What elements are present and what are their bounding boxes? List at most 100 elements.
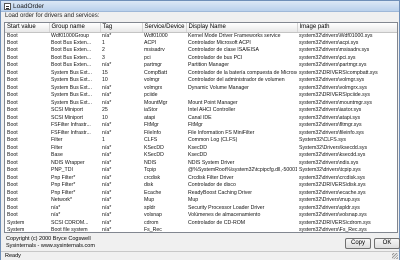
- table-cell: system32\drivers\ndis.sys: [299, 159, 359, 166]
- table-row[interactable]: Boot Boot Bus Exten... 3 pci Controlador de …: [5, 54, 397, 63]
- title-bar[interactable]: LoadOrder: [1, 1, 399, 12]
- table-row[interactable]: Boot n/a* n/a* volsnap Volúmenes de almacena…: [5, 212, 397, 220]
- driver-list[interactable]: Start value Group name Tag Service/Device Di…: [4, 22, 398, 233]
- column-header[interactable]: Tag: [100, 23, 143, 33]
- table-cell: Controlador de la batería compuesta de M…: [188, 69, 297, 76]
- table-row[interactable]: Boot Pnp Filter* n/a* Ecache ReadyBoost Cach…: [5, 189, 397, 198]
- table-cell: @%SystemRoot%\system32\tcpipcfg.dll,-500…: [188, 167, 297, 174]
- table-row[interactable]: Boot System Bus Ext... 10 volmgr Controlador…: [5, 77, 397, 85]
- column-header[interactable]: Group name: [49, 23, 101, 33]
- table-row[interactable]: Boot FSFilter Infrastr... n/a* FltMgr FltMgr…: [5, 122, 397, 130]
- table-cell: system32\drivers\atapi.sys: [299, 114, 361, 121]
- table-row[interactable]: Boot System Bus Ext... 15 CompBatt Controlad…: [5, 69, 397, 78]
- table-cell: system32\DRIVERS\cdrom.sys: [299, 219, 371, 226]
- table-cell: n/a*: [102, 204, 112, 211]
- table-cell: Boot: [7, 174, 18, 181]
- status-text: Ready: [5, 253, 21, 259]
- table-cell: pciide: [144, 92, 158, 99]
- table-row[interactable]: Boot System Bus Ext... n/a* volmgrx Dynamic …: [5, 84, 397, 93]
- table-cell: volmgrx: [144, 84, 163, 91]
- header-row: Start value Group name Tag Service/Device Di…: [5, 23, 397, 33]
- table-cell: Pnp Filter*: [51, 189, 76, 196]
- table-cell: Filter: [51, 144, 63, 151]
- column-header[interactable]: Service/Device: [142, 23, 187, 33]
- table-row[interactable]: System Boot file system n/a* Fs_Rec system32…: [5, 227, 397, 233]
- table-row[interactable]: Boot Filter n/a* KSecDD KsecDD System32\Drive…: [5, 144, 397, 153]
- table-cell: Boot: [7, 62, 18, 69]
- table-row[interactable]: Boot Network* n/a* Mup Mup system32\Drivers\m…: [5, 197, 397, 205]
- table-cell: volmgr: [144, 77, 160, 84]
- table-cell: n/a*: [102, 92, 112, 99]
- table-row[interactable]: Boot Filter 1 CLFS Common Log (CLFS) System32…: [5, 137, 397, 145]
- table-row[interactable]: Boot PNP_TDI n/a* Tcpip @%SystemRoot%\system…: [5, 167, 397, 175]
- table-cell: [186, 227, 297, 232]
- table-cell: system32\drivers\fltmgr.sys: [299, 122, 362, 129]
- table-cell: Controlador Microsoft ACPI: [188, 39, 251, 46]
- table-cell: Controlador de disco: [188, 182, 236, 189]
- table-cell: System32\CLFS.sys: [299, 137, 346, 144]
- table-cell: 3: [102, 54, 105, 61]
- table-row[interactable]: Boot FSFilter Infrastr... n/a* FileInfo File…: [5, 129, 397, 138]
- table-row[interactable]: System SCSI CDROM... n/a* cdrom Controlador …: [5, 219, 397, 228]
- table-cell: Controlador de bus PCI: [188, 54, 243, 61]
- resize-grip-icon[interactable]: [392, 253, 398, 259]
- table-cell: n/a*: [102, 182, 112, 189]
- status-bar: Ready: [1, 251, 399, 260]
- table-cell: NDIS Wrapper: [51, 159, 85, 166]
- table-cell: system32\drivers\fileinfo.sys: [299, 129, 364, 136]
- table-cell: system32\drivers\volmgrx.sys: [299, 84, 368, 91]
- table-cell: MountMgr: [144, 99, 168, 106]
- table-cell: atapi: [144, 114, 156, 121]
- table-row[interactable]: Boot Boot Bus Exten... n/a* partmgr Partitio…: [5, 62, 397, 70]
- table-row[interactable]: Boot Boot Bus Exten... 1 ACPI Controlador Mi…: [5, 39, 397, 48]
- table-cell: Controlador de CD-ROM: [188, 219, 246, 226]
- table-cell: system32\drivers\Fs_Rec.sys: [299, 227, 367, 233]
- app-icon: [4, 2, 11, 10]
- table-row[interactable]: Boot SCSI Miniport 25 iaStor Intel AHCI Cont…: [5, 107, 397, 115]
- table-row[interactable]: Boot Wdf01000Group n/a* Wdf01000 Kernel Mode…: [5, 32, 397, 40]
- table-row[interactable]: Boot Boot Bus Exten... 2 msisadrv Controlado…: [5, 47, 397, 55]
- table-cell: Boot: [7, 47, 18, 54]
- table-row[interactable]: Boot Pnp Filter* n/a* disk Controlador de di…: [5, 182, 397, 190]
- table-row[interactable]: Boot System Bus Ext... n/a* pciide system32\…: [5, 92, 397, 100]
- column-header[interactable]: Start value: [5, 23, 50, 33]
- table-cell: Boot Bus Exten...: [51, 54, 92, 61]
- column-header[interactable]: Image path: [297, 23, 397, 33]
- copy-button[interactable]: Copy: [345, 238, 371, 249]
- column-header[interactable]: Display Name: [186, 23, 298, 33]
- table-cell: Fs_Rec: [144, 227, 162, 233]
- table-cell: n/a*: [102, 152, 112, 159]
- table-body: Boot Wdf01000Group n/a* Wdf01000 Kernel Mode…: [5, 32, 397, 233]
- table-cell: crcdisk: [144, 174, 161, 181]
- table-row[interactable]: Boot n/a* n/a* spldr Security Processor Load…: [5, 204, 397, 213]
- table-cell: 1: [102, 137, 105, 144]
- table-cell: Intel AHCI Controller: [188, 107, 236, 114]
- table-row[interactable]: Boot NDIS Wrapper n/a* NDIS NDIS System Driv…: [5, 159, 397, 168]
- ok-button[interactable]: OK: [374, 238, 400, 249]
- table-cell: system32\drivers\volsnap.sys: [299, 212, 367, 219]
- table-cell: system32\drivers\mountmgr.sys: [299, 99, 372, 106]
- table-cell: SCSI CDROM...: [51, 219, 89, 226]
- table-cell: system32\drivers\msisadrv.sys: [299, 47, 370, 54]
- table-cell: Partition Manager: [188, 62, 229, 69]
- table-cell: System Bus Ext...: [51, 84, 92, 91]
- table-cell: Boot: [7, 92, 18, 99]
- table-cell: SCSI Miniport: [51, 114, 83, 121]
- table-cell: Mount Point Manager: [188, 99, 238, 106]
- table-cell: CompBatt: [144, 69, 168, 76]
- table-cell: Controlador del administrador de volumen: [188, 77, 285, 84]
- table-cell: n/a*: [102, 122, 112, 129]
- table-cell: system32\drivers\pci.sys: [299, 54, 356, 61]
- table-cell: Security Processor Loader Driver: [188, 204, 265, 211]
- table-row[interactable]: Boot Pnp Filter* n/a* crcdisk Crcdisk Filter…: [5, 174, 397, 183]
- table-row[interactable]: Boot System Bus Ext... n/a* MountMgr Mount P…: [5, 99, 397, 108]
- table-cell: system32\drivers\volmgr.sys: [299, 77, 365, 84]
- table-cell: n/a*: [102, 197, 112, 204]
- table-cell: Pnp Filter*: [51, 182, 76, 189]
- table-cell: System32\drivers\tcpip.sys: [299, 167, 361, 174]
- table-cell: Boot: [7, 167, 18, 174]
- table-cell: System Bus Ext...: [51, 77, 92, 84]
- table-row[interactable]: Boot Base n/a* KSecDD KsecDD system32\drivers…: [5, 152, 397, 160]
- table-cell: system32\drivers\crcdisk.sys: [299, 174, 366, 181]
- table-row[interactable]: Boot SCSI Miniport 10 atapi Canal IDE system3…: [5, 114, 397, 123]
